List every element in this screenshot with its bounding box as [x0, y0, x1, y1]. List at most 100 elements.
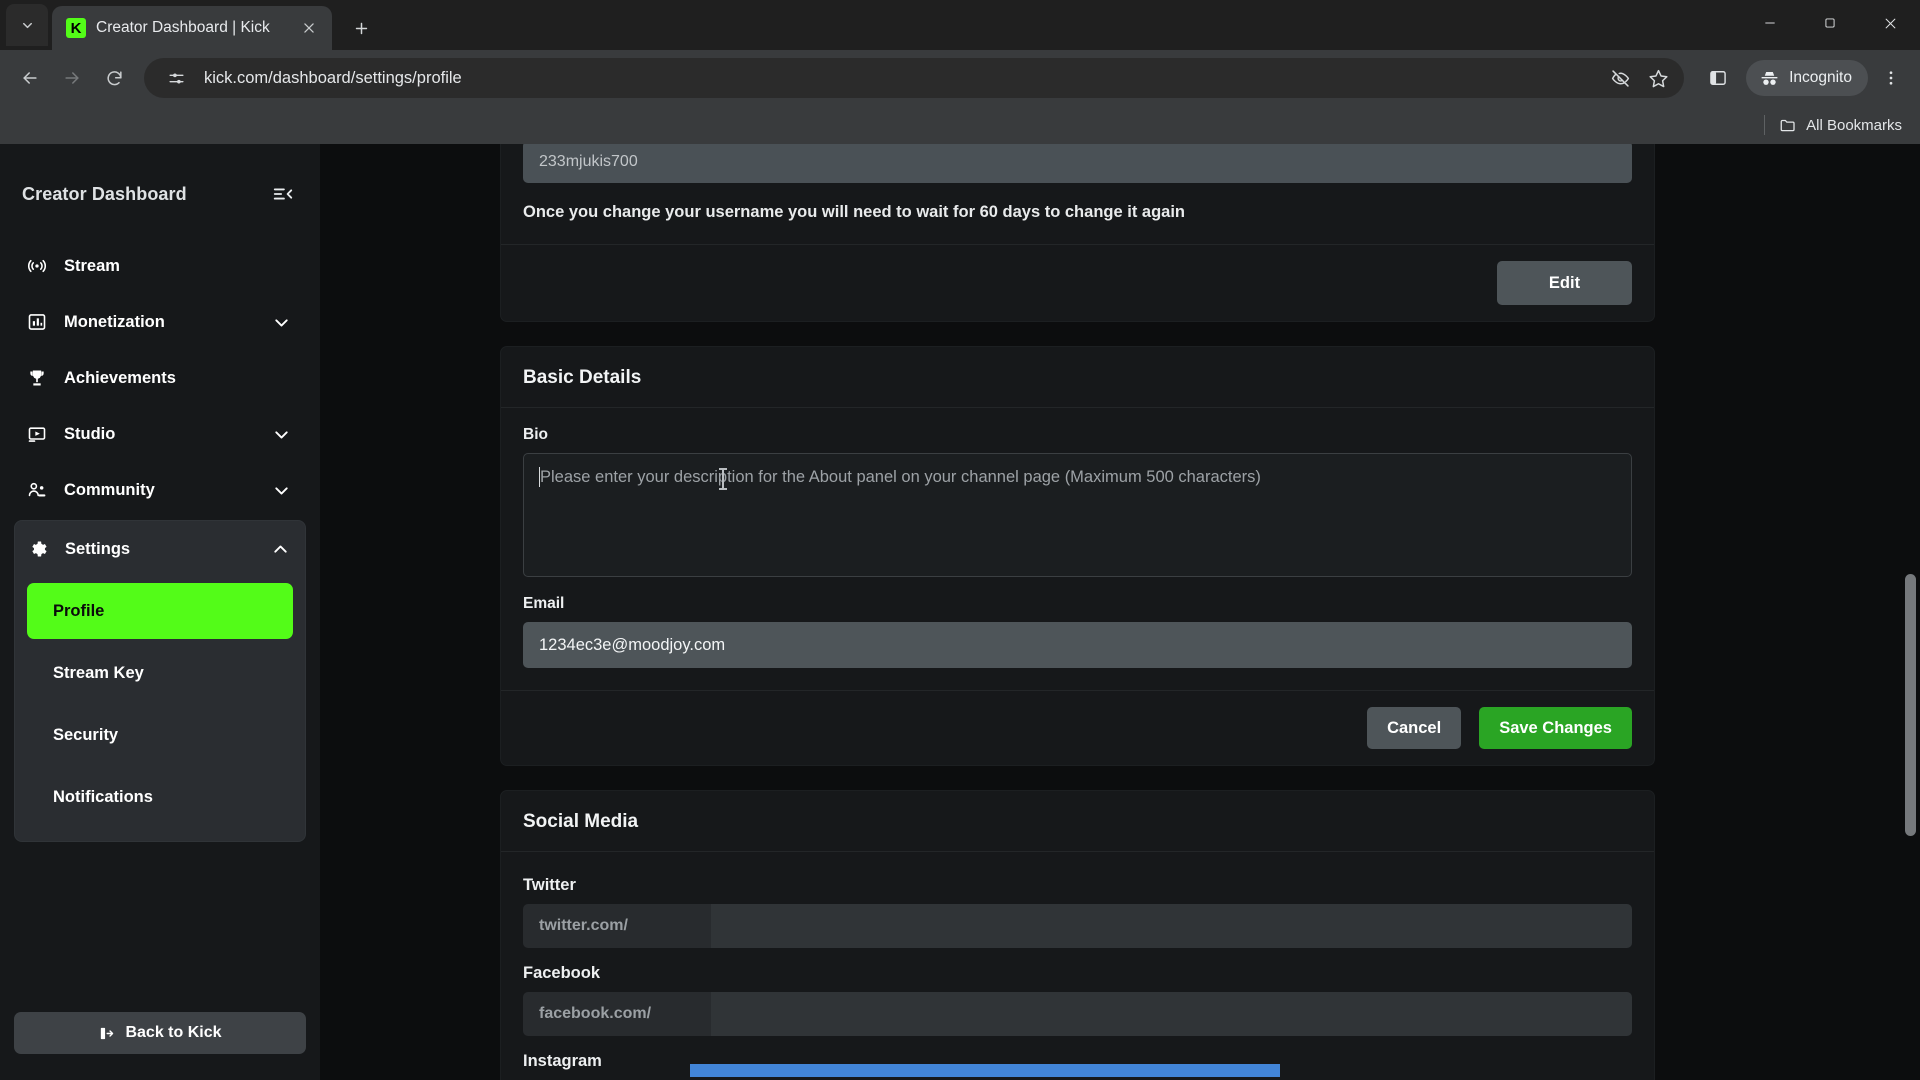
back-button[interactable]	[10, 58, 50, 98]
chevron-down-icon	[22, 22, 32, 28]
sidebar-item-stream-key[interactable]: Stream Key	[27, 645, 293, 701]
incognito-indicator[interactable]: Incognito	[1746, 60, 1868, 96]
bookmark-star-button[interactable]	[1642, 62, 1674, 94]
page-scrollbar-thumb[interactable]	[1905, 574, 1916, 836]
reload-button[interactable]	[94, 58, 134, 98]
basic-details-title: Basic Details	[501, 347, 1654, 408]
save-changes-button[interactable]: Save Changes	[1479, 707, 1632, 749]
sidebar-settings-group: Settings Profile Stream Key Security Not…	[14, 520, 306, 842]
social-media-title: Social Media	[501, 791, 1654, 852]
browser-titlebar: K Creator Dashboard | Kick	[0, 0, 1920, 50]
chevron-up-icon[interactable]	[270, 539, 291, 560]
sidebar-item-label: Studio	[64, 424, 116, 443]
username-value: 233mjukis700	[539, 153, 638, 170]
sidebar-item-community[interactable]: Community	[14, 462, 306, 518]
sidebar-item-studio[interactable]: Studio	[14, 406, 306, 462]
sidebar-title: Creator Dashboard	[22, 183, 187, 204]
chevron-down-icon[interactable]	[271, 312, 292, 333]
more-vertical-icon	[1889, 71, 1893, 85]
chevron-down-icon[interactable]	[271, 424, 292, 445]
close-icon	[304, 23, 314, 33]
sidebar-subitem-label: Stream Key	[53, 663, 144, 682]
bookmarks-bar: All Bookmarks	[0, 106, 1920, 144]
sidebar-nav: Stream Monetization Achievements Studio …	[0, 238, 320, 842]
address-bar[interactable]: kick.com/dashboard/settings/profile	[144, 58, 1685, 98]
tab-close-button[interactable]	[296, 15, 322, 41]
incognito-icon	[1761, 71, 1778, 85]
text-cursor-pointer	[719, 468, 727, 490]
bar-chart-icon	[26, 312, 48, 332]
close-icon	[1885, 18, 1895, 28]
sidebar-item-achievements[interactable]: Achievements	[14, 350, 306, 406]
edit-button[interactable]: Edit	[1497, 261, 1632, 305]
new-tab-button[interactable]	[342, 9, 380, 47]
twitter-input[interactable]	[711, 904, 1632, 948]
cancel-button[interactable]: Cancel	[1367, 707, 1462, 749]
sidebar-collapse-button[interactable]	[272, 183, 294, 205]
bio-placeholder: Please enter your description for the Ab…	[540, 468, 1261, 486]
text-selection-highlight	[690, 1064, 1280, 1077]
tracking-protection-button[interactable]	[1604, 62, 1636, 94]
sidebar-item-label: Achievements	[64, 368, 176, 387]
people-icon	[26, 480, 48, 500]
facebook-row: facebook.com/	[523, 992, 1632, 1036]
facebook-prefix: facebook.com/	[523, 992, 711, 1036]
back-to-kick-label: Back to Kick	[125, 1024, 222, 1041]
side-panel-icon	[1710, 71, 1726, 85]
exit-icon	[101, 1027, 114, 1039]
sidebar-item-profile[interactable]: Profile	[27, 583, 293, 639]
username-card-footer: Edit	[501, 244, 1654, 321]
incognito-label: Incognito	[1789, 69, 1852, 86]
sidebar-subitem-label: Notifications	[53, 787, 153, 806]
twitter-row: twitter.com/	[523, 904, 1632, 948]
sidebar-item-label: Stream	[64, 256, 120, 275]
bio-textarea[interactable]: Please enter your description for the Ab…	[523, 453, 1632, 577]
site-settings-button[interactable]	[160, 62, 192, 94]
all-bookmarks-button[interactable]: All Bookmarks	[1779, 116, 1902, 134]
twitter-prefix: twitter.com/	[523, 904, 711, 948]
sidebar-subitem-label: Profile	[53, 601, 105, 620]
omnibox-actions	[1604, 62, 1674, 94]
sidebar-subitem-label: Security	[53, 725, 119, 744]
forward-button[interactable]	[52, 58, 92, 98]
browser-toolbar: kick.com/dashboard/settings/profile Inco…	[0, 50, 1920, 106]
window-maximize-button[interactable]	[1800, 0, 1860, 46]
facebook-input[interactable]	[711, 992, 1632, 1036]
arrow-right-icon	[65, 72, 79, 84]
star-icon	[1649, 69, 1668, 87]
username-card: 233mjukis700 Once you change your userna…	[500, 144, 1655, 322]
tab-search-button[interactable]	[6, 4, 48, 46]
sidebar-item-settings[interactable]: Settings	[15, 521, 305, 577]
window-close-button[interactable]	[1860, 0, 1920, 46]
email-input[interactable]: 1234ec3e@moodjoy.com	[523, 622, 1632, 668]
folder-icon	[1780, 119, 1795, 132]
url-text: kick.com/dashboard/settings/profile	[204, 68, 462, 87]
chevron-down-icon[interactable]	[271, 480, 292, 501]
minimize-icon	[1765, 22, 1775, 24]
video-icon	[26, 424, 48, 444]
window-minimize-button[interactable]	[1740, 0, 1800, 46]
favicon-letter: K	[70, 19, 82, 37]
gear-icon	[27, 539, 49, 559]
back-to-kick-button[interactable]: Back to Kick	[14, 1012, 306, 1054]
settings-scroll-container: 233mjukis700 Once you change your userna…	[500, 144, 1655, 1080]
sidebar-item-monetization[interactable]: Monetization	[14, 294, 306, 350]
sidebar-header: Creator Dashboard	[0, 144, 320, 216]
sidebar-item-notifications[interactable]: Notifications	[27, 769, 293, 825]
username-input[interactable]: 233mjukis700	[523, 144, 1632, 183]
window-controls	[1740, 0, 1920, 46]
side-panel-button[interactable]	[1698, 58, 1738, 98]
sidebar-item-security[interactable]: Security	[27, 707, 293, 763]
email-value: 1234ec3e@moodjoy.com	[539, 635, 726, 654]
reload-icon	[106, 70, 122, 85]
email-label: Email	[523, 595, 565, 612]
browser-menu-button[interactable]	[1872, 58, 1910, 98]
bookmarks-divider	[1764, 115, 1766, 135]
tune-icon	[168, 73, 184, 83]
kick-favicon: K	[66, 18, 86, 38]
text-caret	[539, 467, 540, 487]
tab-title: Creator Dashboard | Kick	[96, 19, 270, 36]
sidebar-item-label: Settings	[65, 539, 131, 558]
sidebar-item-stream[interactable]: Stream	[14, 238, 306, 294]
browser-tab-active[interactable]: K Creator Dashboard | Kick	[52, 6, 332, 50]
